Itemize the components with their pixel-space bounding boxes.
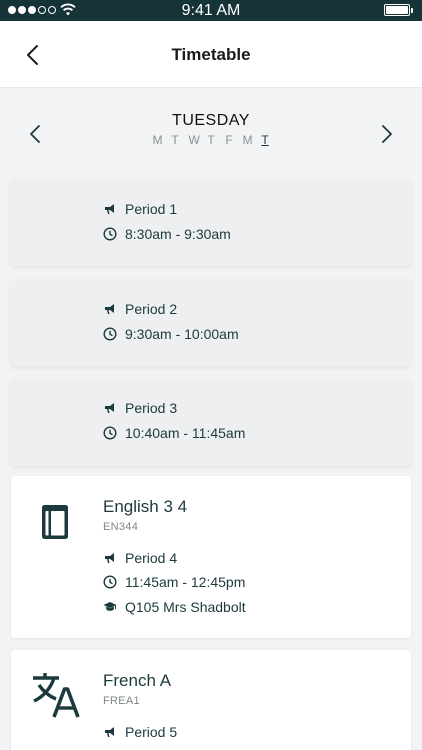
subject-code: FREA1 xyxy=(103,695,140,707)
period-time: 11:45am - 12:45pm xyxy=(125,574,246,590)
clock-icon xyxy=(103,575,117,589)
period-card[interactable]: Period 3 10:40am - 11:45am xyxy=(11,378,411,466)
megaphone-icon xyxy=(105,553,114,563)
weekday-letter[interactable]: M xyxy=(243,133,253,147)
megaphone-icon xyxy=(105,304,114,314)
weekday-letter[interactable]: F xyxy=(225,133,234,147)
weekday-letter-active[interactable]: T xyxy=(261,133,270,147)
period-row: Period 2 xyxy=(103,300,177,318)
period-card[interactable]: Period 2 9:30am - 10:00am xyxy=(11,278,411,366)
period-row: Period 4 xyxy=(103,549,177,567)
period-card[interactable]: Period 1 8:30am - 9:30am xyxy=(11,178,411,266)
time-row: 11:45am - 12:45pm xyxy=(103,573,245,591)
app-header: Timetable xyxy=(0,21,422,88)
selected-day: TUESDAY xyxy=(172,112,250,129)
status-time: 9:41 AM xyxy=(181,2,241,19)
subject-name: English 3 4 xyxy=(103,497,188,516)
subject-code: EN344 xyxy=(103,521,139,533)
period-time: 8:30am - 9:30am xyxy=(125,226,231,242)
period-label: Period 1 xyxy=(125,201,178,217)
time-row: 10:40am - 11:45am xyxy=(103,424,245,442)
time-row: 8:30am - 9:30am xyxy=(103,225,231,243)
clock-icon xyxy=(103,327,117,341)
next-day-icon[interactable] xyxy=(374,122,398,146)
battery-icon xyxy=(384,4,413,16)
megaphone-icon xyxy=(105,727,114,737)
page-title: Timetable xyxy=(171,45,251,64)
period-label: Period 4 xyxy=(125,550,178,566)
period-label: Period 3 xyxy=(125,400,178,416)
period-row: Period 1 xyxy=(103,200,177,218)
time-row: 9:30am - 10:00am xyxy=(103,325,239,343)
room-teacher: Q105 Mrs Shadbolt xyxy=(125,599,246,615)
graduation-cap-icon xyxy=(103,602,117,611)
weekday-letter[interactable]: M xyxy=(153,133,163,147)
translate-icon xyxy=(33,673,80,718)
room-teacher-row: Q105 Mrs Shadbolt xyxy=(103,598,246,616)
period-label: Period 5 xyxy=(125,724,178,740)
clock-icon xyxy=(103,426,117,440)
period-label: Period 2 xyxy=(125,301,178,317)
period-time: 9:30am - 10:00am xyxy=(125,326,239,342)
period-row: Period 3 xyxy=(103,399,177,417)
megaphone-icon xyxy=(105,403,114,413)
book-icon xyxy=(42,505,68,539)
class-card[interactable]: English 3 4 EN344 Period 4 11:45am - 12:… xyxy=(11,476,411,638)
class-card[interactable]: French A FREA1 Period 5 xyxy=(11,650,411,750)
clock-icon xyxy=(103,227,117,241)
weekday-letter[interactable]: W xyxy=(189,133,200,147)
period-row: Period 5 xyxy=(103,723,177,741)
day-navigator: TUESDAY M T W T F M T xyxy=(0,108,422,158)
megaphone-icon xyxy=(105,204,114,214)
weekday-letter[interactable]: T xyxy=(207,133,216,147)
period-time: 10:40am - 11:45am xyxy=(125,425,246,441)
status-bar: 9:41 AM xyxy=(0,0,422,21)
subject-name: French A xyxy=(103,671,172,690)
weekday-letter[interactable]: T xyxy=(171,133,180,147)
weekday-strip: M T W T F M T xyxy=(0,133,422,147)
